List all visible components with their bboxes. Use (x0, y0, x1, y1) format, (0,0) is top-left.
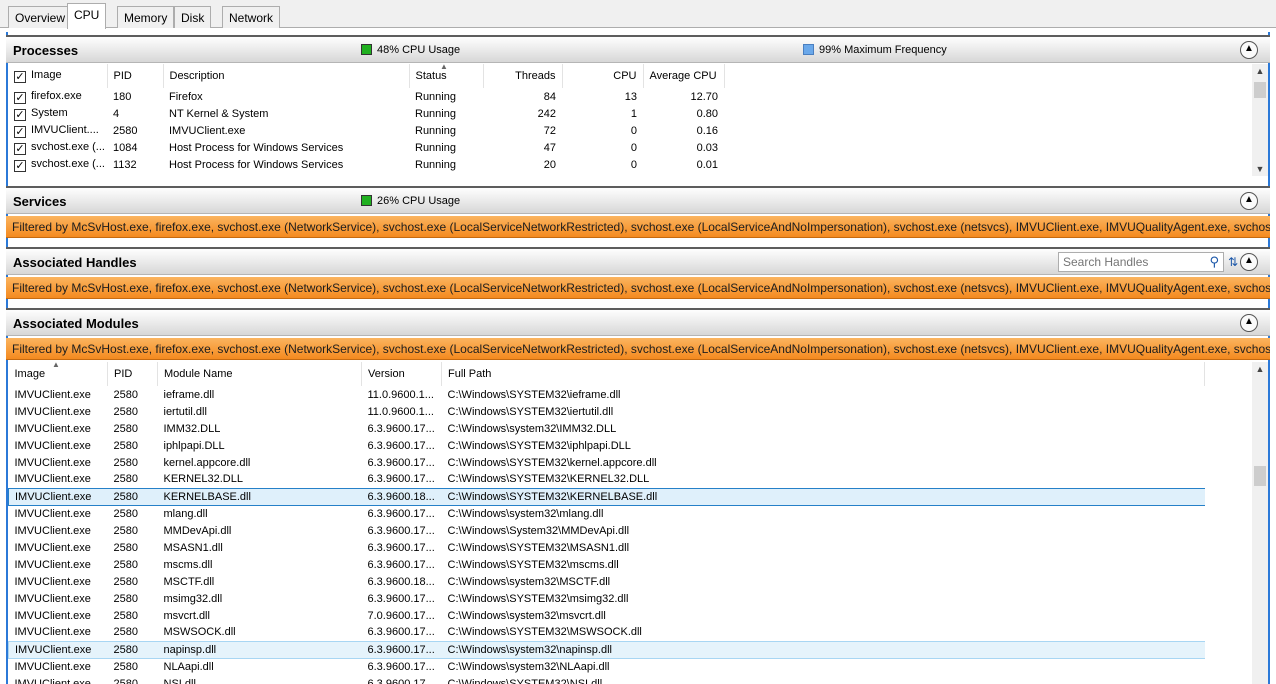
processes-scrollbar[interactable]: ▲ ▼ (1252, 64, 1268, 176)
scroll-up-icon[interactable]: ▲ (1252, 362, 1268, 376)
table-row[interactable]: IMVUClient.exe 2580 kernel.appcore.dll 6.3.… (9, 454, 1205, 471)
services-collapse-icon[interactable]: ▲ (1240, 192, 1258, 210)
modules-table: Image PID Module Name Version Full Path … (8, 362, 1252, 684)
services-cpu-swatch (361, 195, 372, 206)
table-row[interactable]: IMVUClient.exe 2580 NLAapi.dll 6.3.9600.17.… (9, 658, 1205, 675)
table-row[interactable]: IMVUClient.exe 2580 MSWSOCK.dll 6.3.9600.17… (9, 624, 1205, 641)
scroll-thumb[interactable] (1254, 82, 1266, 98)
processes-header-row: ✓ Image PID Description Status Threads CP… (8, 64, 725, 88)
cpu-usage-meter: 48% CPU Usage (361, 44, 460, 56)
max-frequency-text: 99% Maximum Frequency (819, 44, 947, 56)
modules-filter-bar[interactable]: Filtered by McSvHost.exe, firefox.exe, s… (6, 338, 1270, 360)
col-full-path[interactable]: Full Path (441, 362, 1205, 386)
col-version[interactable]: Version (361, 362, 442, 386)
services-header[interactable]: Services 26% CPU Usage ▲ (6, 186, 1270, 214)
services-cpu-text: 26% CPU Usage (377, 195, 461, 207)
col-threads[interactable]: Threads (483, 64, 563, 88)
col-pid[interactable]: PID (107, 64, 164, 88)
table-row[interactable]: ✓ IMVUClient.... 2580 IMVUClient.exe Runn… (8, 122, 724, 139)
row-checkbox[interactable]: ✓ (14, 125, 26, 138)
col-average-cpu[interactable]: Average CPU (643, 64, 725, 88)
col-cpu[interactable]: CPU (562, 64, 644, 88)
col-module-name[interactable]: Module Name (157, 362, 362, 386)
cpu-usage-text: 48% CPU Usage (377, 44, 461, 56)
table-row[interactable]: ✓ svchost.exe (... 1084 Host Process for … (8, 139, 724, 156)
row-checkbox[interactable]: ✓ (14, 142, 26, 155)
handles-filter-bar[interactable]: Filtered by McSvHost.exe, firefox.exe, s… (6, 277, 1270, 299)
tab-network[interactable]: Network (222, 6, 281, 28)
col-description[interactable]: Description (163, 64, 410, 88)
handles-title: Associated Handles (13, 255, 137, 270)
select-all-checkbox[interactable]: ✓ (14, 71, 26, 83)
cpu-usage-swatch (361, 44, 372, 55)
services-filter-bar[interactable]: Filtered by McSvHost.exe, firefox.exe, s… (6, 216, 1270, 238)
sort-ascending-icon: ▲ (52, 360, 60, 369)
table-row[interactable]: IMVUClient.exe 2580 ieframe.dll 11.0.9600.1… (9, 386, 1205, 403)
table-row[interactable]: IMVUClient.exe 2580 NSI.dll 6.3.9600.17... C… (9, 675, 1205, 684)
tab-overview[interactable]: Overview (8, 6, 73, 28)
table-row[interactable]: IMVUClient.exe 2580 msimg32.dll 6.3.9600.17… (9, 590, 1205, 607)
handles-collapse-icon[interactable]: ▲ (1240, 253, 1258, 271)
sort-ascending-icon: ▲ (440, 62, 448, 71)
row-checkbox[interactable]: ✓ (14, 159, 26, 172)
tab-memory[interactable]: Memory (117, 6, 175, 28)
table-row[interactable]: IMVUClient.exe 2580 msvcrt.dll 7.0.9600.17.… (9, 607, 1205, 624)
table-row-hover[interactable]: IMVUClient.exe 2580 napinsp.dll 6.3.9600.17… (8, 640, 1205, 659)
table-row[interactable]: IMVUClient.exe 2580 MSASN1.dll 6.3.9600.17.… (9, 539, 1205, 556)
modules-header[interactable]: Associated Modules ▲ (6, 308, 1270, 336)
max-frequency-meter: 99% Maximum Frequency (803, 44, 947, 56)
table-row[interactable]: ✓ System 4 NT Kernel & System Running 242… (8, 105, 724, 122)
search-handles-input[interactable] (1059, 253, 1199, 271)
table-row-selected[interactable]: IMVUClient.exe 2580 KERNELBASE.dll 6.3.9600… (8, 487, 1205, 506)
services-title: Services (13, 194, 67, 209)
handles-header[interactable]: Associated Handles ⚲ ⇅ ▲ (6, 247, 1270, 275)
modules-title: Associated Modules (13, 316, 139, 331)
table-row[interactable]: IMVUClient.exe 2580 MSCTF.dll 6.3.9600.18..… (9, 573, 1205, 590)
table-row[interactable]: IMVUClient.exe 2580 iphlpapi.DLL 6.3.9600.1… (9, 437, 1205, 454)
table-row[interactable]: IMVUClient.exe 2580 IMM32.DLL 6.3.9600.17..… (9, 420, 1205, 437)
max-frequency-swatch (803, 44, 814, 55)
modules-header-row: Image PID Module Name Version Full Path (8, 362, 1205, 386)
processes-title: Processes (13, 43, 79, 58)
table-row[interactable]: IMVUClient.exe 2580 MMDevApi.dll 6.3.9600.1… (9, 522, 1205, 539)
table-row[interactable]: ✓ svchost.exe (... 1132 Host Process for … (8, 156, 724, 173)
scroll-thumb[interactable] (1254, 466, 1266, 486)
modules-scrollbar[interactable]: ▲ (1252, 362, 1268, 684)
scroll-up-icon[interactable]: ▲ (1252, 64, 1268, 78)
table-row[interactable]: IMVUClient.exe 2580 mlang.dll 6.3.9600.17..… (9, 505, 1205, 522)
processes-collapse-icon[interactable]: ▲ (1240, 41, 1258, 59)
search-handles-box[interactable]: ⚲ (1058, 252, 1224, 272)
processes-table: ✓ Image PID Description Status Threads CP… (8, 64, 1252, 176)
processes-header[interactable]: Processes 48% CPU Usage 99% Maximum Freq… (6, 35, 1270, 63)
table-row[interactable]: IMVUClient.exe 2580 iertutil.dll 11.0.9600.… (9, 403, 1205, 420)
col-image[interactable]: ✓ Image (8, 64, 108, 88)
table-row[interactable]: IMVUClient.exe 2580 mscms.dll 6.3.9600.17..… (9, 556, 1205, 573)
table-row[interactable]: ✓ firefox.exe 180 Firefox Running 84 13 1… (8, 88, 724, 105)
scroll-down-icon[interactable]: ▼ (1252, 162, 1268, 176)
services-cpu-meter: 26% CPU Usage (361, 195, 460, 207)
table-row[interactable]: IMVUClient.exe 2580 KERNEL32.DLL 6.3.9600.1… (9, 471, 1205, 488)
row-checkbox[interactable]: ✓ (14, 91, 26, 104)
row-checkbox[interactable]: ✓ (14, 108, 26, 121)
tab-cpu[interactable]: CPU (67, 3, 107, 29)
search-icon[interactable]: ⚲ (1209, 254, 1219, 270)
col-pid[interactable]: PID (107, 362, 158, 386)
tab-bar: Overview CPU Memory Disk Network (0, 0, 1276, 29)
tab-disk[interactable]: Disk (174, 6, 212, 28)
modules-collapse-icon[interactable]: ▲ (1240, 314, 1258, 332)
